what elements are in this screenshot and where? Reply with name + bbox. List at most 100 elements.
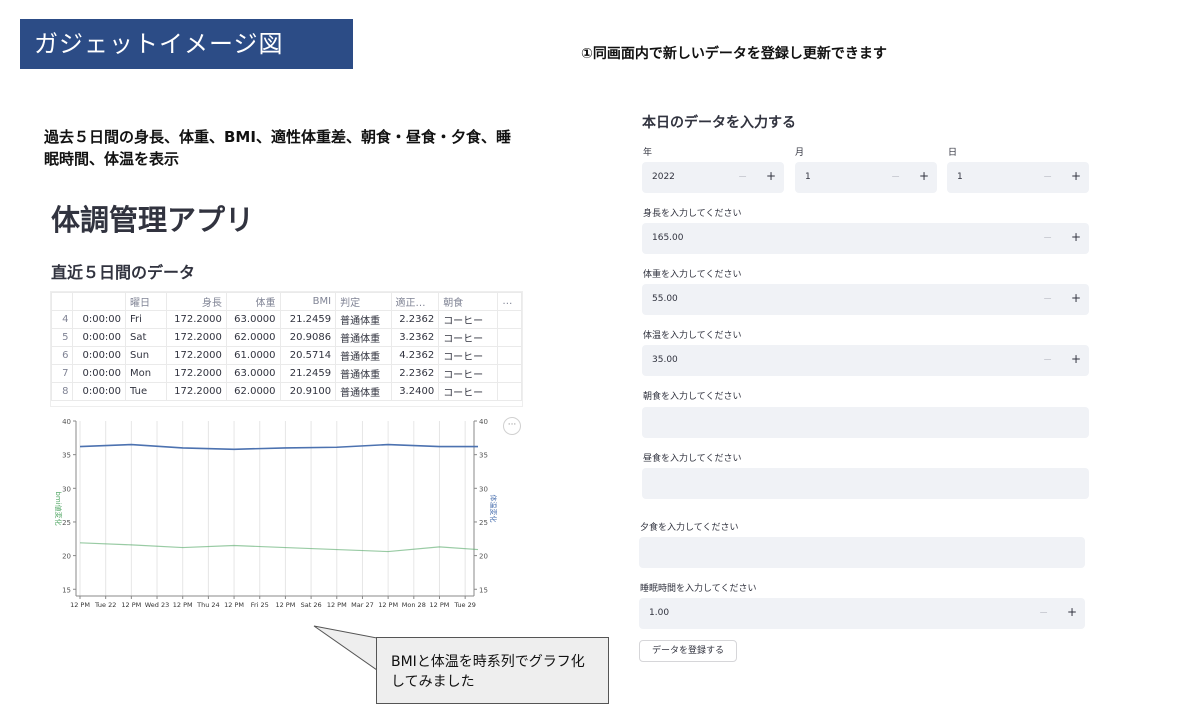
table-row[interactable]: 7 0:00:00 Mon 172.2000 63.0000 21.2459 普通体重 2.2… (51, 364, 522, 383)
table-row[interactable]: 5 0:00:00 Sat 172.2000 62.0000 20.9086 普通体重 3.2… (51, 328, 522, 347)
row-index: 8 (51, 382, 74, 401)
weight-increment-button[interactable]: + (1071, 291, 1081, 305)
row-date: 0:00:00 (72, 346, 127, 365)
column-header-date[interactable] (72, 292, 127, 311)
sleep-increment-button[interactable]: + (1067, 605, 1077, 619)
chart-menu-button[interactable]: ··· (503, 417, 521, 435)
temp-increment-button[interactable]: + (1071, 352, 1081, 366)
sleep-input[interactable]: 1.00 − + (639, 598, 1085, 629)
height-increment-button[interactable]: + (1071, 230, 1081, 244)
x-tick-label: Fri 25 (251, 601, 269, 609)
lunch-input[interactable] (642, 468, 1089, 499)
row-breakfast: コーヒー (438, 364, 499, 383)
row-bmi: 21.2459 (279, 310, 337, 329)
column-header-weight[interactable]: 体重 (225, 292, 281, 311)
y-tick-label-right: 35 (479, 452, 488, 460)
x-tick-label: 12 PM (121, 601, 141, 609)
sleep-value: 1.00 (649, 608, 670, 618)
app-title: 体調管理アプリ (51, 203, 255, 237)
row-height: 172.2000 (166, 328, 227, 347)
temp-value: 35.00 (652, 355, 678, 365)
row-weight: 61.0000 (225, 346, 281, 365)
day-value: 1 (957, 172, 963, 182)
temp-input[interactable]: 35.00 − + (642, 345, 1089, 376)
data-table: 曜日 身長 体重 BMI 判定 適正… 朝食 … 4 0:00:00 Fri 172.… (51, 292, 522, 401)
table-row[interactable]: 8 0:00:00 Tue 172.2000 62.0000 20.9100 普通体重 3.2… (51, 382, 522, 401)
sleep-label: 睡眠時間を入力してください (640, 584, 757, 594)
breakfast-input[interactable] (642, 407, 1089, 438)
sleep-decrement-button[interactable]: − (1039, 606, 1048, 619)
row-bmi: 21.2459 (279, 364, 337, 383)
callout-box: BMIと体温を時系列でグラフ化してみました (376, 637, 609, 704)
dinner-input[interactable] (639, 537, 1085, 568)
row-more (497, 364, 522, 383)
month-increment-button[interactable]: + (919, 169, 929, 183)
weight-label: 体重を入力してください (643, 270, 742, 280)
x-tick-label: Mar 27 (351, 601, 374, 609)
breakfast-label: 朝食を入力してください (643, 392, 742, 402)
row-more (497, 310, 522, 329)
row-height: 172.2000 (166, 364, 227, 383)
y-tick-label-right: 40 (479, 418, 488, 426)
row-day: Mon (125, 364, 168, 383)
row-index: 4 (51, 310, 74, 329)
column-header-day[interactable]: 曜日 (125, 292, 168, 311)
row-more (497, 346, 522, 365)
x-tick-label: 12 PM (70, 601, 90, 609)
y-tick-label-left: 25 (62, 519, 71, 527)
year-input[interactable]: 2022 − + (642, 162, 784, 193)
row-weight: 62.0000 (225, 328, 281, 347)
column-header-diff[interactable]: 適正… (390, 292, 440, 311)
dataframe[interactable]: 曜日 身長 体重 BMI 判定 適正… 朝食 … 4 0:00:00 Fri 172.… (50, 291, 523, 407)
temp-label: 体温を入力してください (643, 331, 742, 341)
row-breakfast: コーヒー (438, 328, 499, 347)
lunch-label: 昼食を入力してください (643, 454, 742, 464)
temperature-series-line (79, 443, 478, 451)
column-header-more[interactable]: … (497, 292, 522, 311)
column-header-judge[interactable]: 判定 (335, 292, 392, 311)
y-tick-label-left: 30 (62, 485, 71, 493)
x-tick-label: 12 PM (378, 601, 398, 609)
month-input[interactable]: 1 − + (795, 162, 937, 193)
x-tick-label: Tue 29 (453, 601, 475, 609)
weight-input[interactable]: 55.00 − + (642, 284, 1089, 315)
month-decrement-button[interactable]: − (891, 170, 900, 183)
row-date: 0:00:00 (72, 328, 127, 347)
column-header-index[interactable] (51, 292, 74, 311)
y-tick-label-left: 20 (62, 553, 71, 561)
y-axis-title-right: 体温変化 (489, 495, 498, 523)
x-tick-label: 12 PM (224, 601, 244, 609)
year-decrement-button[interactable]: − (738, 170, 747, 183)
column-header-bmi[interactable]: BMI (279, 292, 337, 311)
annotation-top: ①同画面内で新しいデータを登録し更新できます (581, 46, 887, 62)
weight-decrement-button[interactable]: − (1043, 292, 1052, 305)
day-label: 日 (948, 148, 958, 158)
row-breakfast: コーヒー (438, 382, 499, 401)
column-header-breakfast[interactable]: 朝食 (438, 292, 499, 311)
table-row[interactable]: 4 0:00:00 Fri 172.2000 63.0000 21.2459 普通体重 2.2… (51, 310, 522, 329)
table-row[interactable]: 6 0:00:00 Sun 172.2000 61.0000 20.5714 普通体重 4.2… (51, 346, 522, 365)
y-tick-label-right: 20 (479, 553, 488, 561)
column-header-height[interactable]: 身長 (166, 292, 227, 311)
day-input[interactable]: 1 − + (947, 162, 1089, 193)
y-tick-label-right: 15 (479, 586, 488, 594)
submit-data-button[interactable]: データを登録する (639, 640, 737, 662)
day-increment-button[interactable]: + (1071, 169, 1081, 183)
month-value: 1 (805, 172, 811, 182)
temp-decrement-button[interactable]: − (1043, 353, 1052, 366)
y-tick-label-right: 25 (479, 519, 488, 527)
row-day: Fri (125, 310, 168, 329)
row-date: 0:00:00 (72, 364, 127, 383)
year-increment-button[interactable]: + (766, 169, 776, 183)
height-input[interactable]: 165.00 − + (642, 223, 1089, 254)
row-index: 5 (51, 328, 74, 347)
slide-title-banner: ガジェットイメージ図 (20, 19, 353, 69)
row-day: Sat (125, 328, 168, 347)
row-date: 0:00:00 (72, 310, 127, 329)
day-decrement-button[interactable]: − (1043, 170, 1052, 183)
bmi-temp-line-chart[interactable]: 15 15 20 20 25 25 30 30 35 35 40 40 12 PM Tue 22 12 PM… (50, 412, 500, 612)
weight-value: 55.00 (652, 294, 678, 304)
row-day: Sun (125, 346, 168, 365)
height-decrement-button[interactable]: − (1043, 231, 1052, 244)
row-judge: 普通体重 (335, 310, 392, 329)
